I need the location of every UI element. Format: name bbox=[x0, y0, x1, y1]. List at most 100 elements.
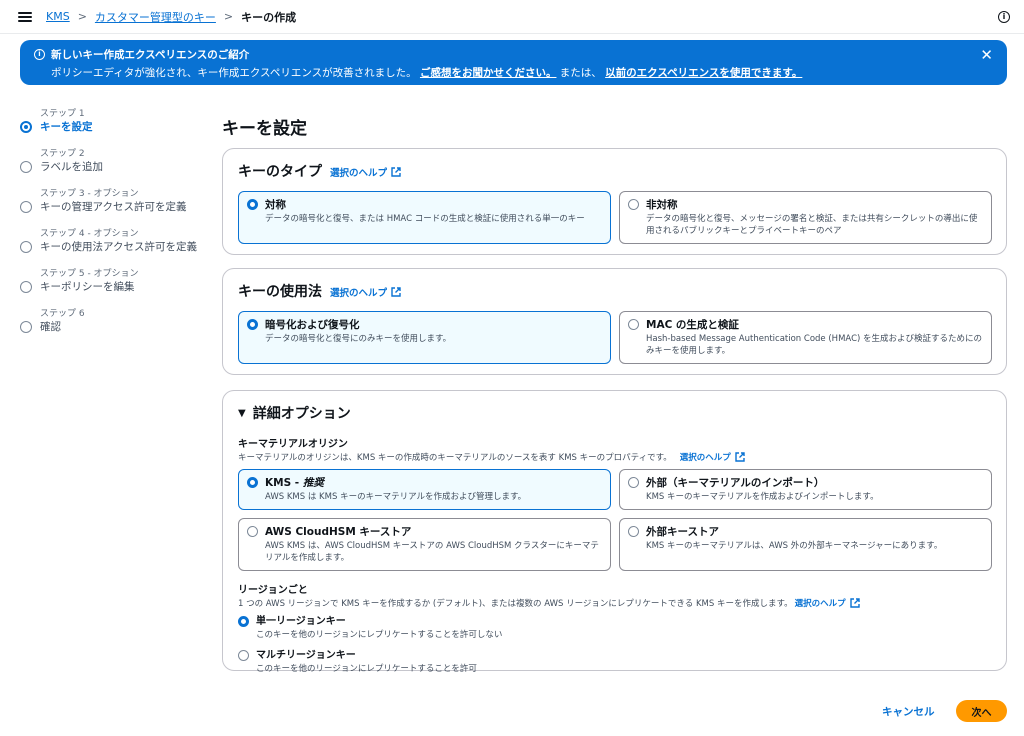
feedback-link[interactable]: ご感想をお聞かせください。 bbox=[420, 67, 557, 79]
step-number: ステップ 3 - オプション bbox=[40, 189, 139, 199]
step-3[interactable]: ステップ 3 - オプション キーの管理アクセス許可を定義 bbox=[20, 188, 210, 228]
key-type-help-link[interactable]: 選択のヘルプ bbox=[330, 165, 401, 179]
tile-title: 外部（キーマテリアルのインポート） bbox=[646, 477, 825, 489]
recommended-label: 推奨 bbox=[302, 477, 324, 489]
origin-cloudhsm-tile[interactable]: AWS CloudHSM キーストア AWS KMS は、AWS CloudHS… bbox=[238, 518, 611, 571]
regionality-help-link[interactable]: 選択のヘルプ bbox=[795, 597, 860, 609]
menu-icon[interactable] bbox=[18, 11, 32, 22]
origin-external-key-store-tile[interactable]: 外部キーストア KMS キーのキーマテリアルは、AWS 外の外部キーマネージャー… bbox=[619, 518, 992, 571]
advanced-options-title: 詳細オプション bbox=[252, 406, 351, 422]
flash-text-2: または、 bbox=[559, 67, 602, 79]
step-title[interactable]: 確認 bbox=[40, 320, 210, 334]
key-type-symmetric-tile[interactable]: 対称 データの暗号化と復号、または HMAC コードの生成と検証に使用される単一… bbox=[238, 191, 611, 244]
radio-button[interactable] bbox=[628, 319, 639, 330]
tile-title: 非対称 bbox=[646, 199, 678, 211]
tile-description: AWS KMS は KMS キーのキーマテリアルを作成および管理します。 bbox=[265, 492, 527, 502]
key-usage-panel: キーの使用法 選択のヘルプ 暗号化および復号化 データの暗号化と復号にのみキーを… bbox=[222, 268, 1007, 375]
tile-description: KMS キーのキーマテリアルは、AWS 外の外部キーマネージャーにあります。 bbox=[646, 541, 943, 551]
step-title[interactable]: キーの管理アクセス許可を定義 bbox=[40, 200, 210, 214]
tile-title: 暗号化および復号化 bbox=[265, 319, 360, 331]
step-indicator-icon bbox=[20, 161, 32, 173]
radio-button[interactable] bbox=[247, 477, 258, 488]
origin-kms-tile[interactable]: KMS - 推奨 AWS KMS は KMS キーのキーマテリアルを作成および管… bbox=[238, 469, 611, 510]
step-indicator-icon bbox=[20, 121, 32, 133]
flash-title: 新しいキー作成エクスペリエンスのご紹介 bbox=[51, 49, 250, 61]
tile-description: データの暗号化と復号にのみキーを使用します。 bbox=[265, 334, 452, 344]
radio-button[interactable] bbox=[247, 199, 258, 210]
step-title[interactable]: ラベルを追加 bbox=[40, 160, 210, 174]
step-title[interactable]: キーの使用法アクセス許可を定義 bbox=[40, 240, 210, 254]
multi-region-option[interactable]: マルチリージョンキー このキーを他のリージョンにレプリケートすることを許可 bbox=[238, 649, 992, 675]
option-title: 単一リージョンキー bbox=[256, 616, 346, 627]
tile-description: データの暗号化と復号、メッセージの署名と検証、または共有シークレットの導出に使用… bbox=[646, 214, 978, 236]
key-type-panel: キーのタイプ 選択のヘルプ 対称 データの暗号化と復号、または HMAC コード… bbox=[222, 148, 1007, 255]
advanced-options-toggle[interactable]: ▼ 詳細オプション bbox=[238, 403, 992, 423]
info-icon: i bbox=[34, 49, 45, 60]
step-number: ステップ 6 bbox=[40, 309, 85, 319]
breadcrumb-customer-managed-keys[interactable]: カスタマー管理型のキー bbox=[95, 9, 216, 25]
help-link-label: 選択のヘルプ bbox=[330, 168, 388, 179]
radio-button[interactable] bbox=[628, 526, 639, 537]
external-link-icon bbox=[735, 452, 745, 462]
step-number: ステップ 5 - オプション bbox=[40, 269, 139, 279]
tile-title: KMS - 推奨 bbox=[265, 477, 324, 489]
key-usage-help-link[interactable]: 選択のヘルプ bbox=[330, 285, 401, 299]
close-icon[interactable]: ✕ bbox=[980, 48, 993, 63]
step-title[interactable]: キーを設定 bbox=[40, 120, 210, 134]
previous-experience-link[interactable]: 以前のエクスペリエンスを使用できます。 bbox=[605, 67, 802, 79]
step-indicator-icon bbox=[20, 281, 32, 293]
next-button[interactable]: 次へ bbox=[956, 700, 1007, 722]
origin-external-tile[interactable]: 外部（キーマテリアルのインポート） KMS キーのキーマテリアルを作成およびイン… bbox=[619, 469, 992, 510]
key-usage-mac-tile[interactable]: MAC の生成と検証 Hash-based Message Authentica… bbox=[619, 311, 992, 364]
tile-title: 対称 bbox=[265, 199, 286, 211]
key-usage-encrypt-decrypt-tile[interactable]: 暗号化および復号化 データの暗号化と復号にのみキーを使用します。 bbox=[238, 311, 611, 364]
tile-description: Hash-based Message Authentication Code (… bbox=[646, 334, 983, 356]
wizard-steps: ステップ 1 キーを設定 ステップ 2 ラベルを追加 ステップ 3 - オプショ… bbox=[20, 108, 210, 348]
radio-button[interactable] bbox=[238, 650, 249, 661]
breadcrumb-current: キーの作成 bbox=[241, 10, 297, 24]
cancel-button[interactable]: キャンセル bbox=[870, 701, 947, 721]
help-link-label: 選択のヘルプ bbox=[330, 288, 388, 299]
step-title[interactable]: キーポリシーを編集 bbox=[40, 280, 210, 294]
key-material-origin-description: キーマテリアルのオリジンは、KMS キーの作成時のキーマテリアルのソースを表す … bbox=[238, 453, 672, 463]
top-navigation: KMS > カスタマー管理型のキー > キーの作成 i bbox=[0, 0, 1024, 34]
step-2[interactable]: ステップ 2 ラベルを追加 bbox=[20, 148, 210, 188]
chevron-right-icon: > bbox=[223, 10, 234, 23]
radio-button[interactable] bbox=[247, 526, 258, 537]
page-title: キーを設定 bbox=[222, 119, 307, 139]
option-title: マルチリージョンキー bbox=[256, 650, 356, 661]
step-4[interactable]: ステップ 4 - オプション キーの使用法アクセス許可を定義 bbox=[20, 228, 210, 268]
key-usage-title: キーの使用法 bbox=[238, 284, 322, 300]
flash-text: ポリシーエディタが強化され、キー作成エクスペリエンスが改善されました。 bbox=[51, 67, 417, 79]
key-type-title: キーのタイプ bbox=[238, 164, 322, 180]
step-indicator-icon bbox=[20, 241, 32, 253]
step-indicator-icon bbox=[20, 201, 32, 213]
tile-description: KMS キーのキーマテリアルを作成およびインポートします。 bbox=[646, 492, 879, 502]
external-link-icon bbox=[391, 287, 401, 297]
breadcrumb: KMS > カスタマー管理型のキー > キーの作成 bbox=[46, 9, 296, 25]
radio-button[interactable] bbox=[238, 616, 249, 627]
step-number: ステップ 4 - オプション bbox=[40, 229, 139, 239]
radio-button[interactable] bbox=[628, 477, 639, 488]
radio-button[interactable] bbox=[247, 319, 258, 330]
step-indicator-icon bbox=[20, 321, 32, 333]
regionality-label: リージョンごと bbox=[238, 585, 308, 596]
chevron-right-icon: > bbox=[77, 10, 87, 23]
step-number: ステップ 1 bbox=[40, 109, 85, 119]
single-region-option[interactable]: 単一リージョンキー このキーを他のリージョンにレプリケートすることを許可しない bbox=[238, 615, 992, 641]
step-1[interactable]: ステップ 1 キーを設定 bbox=[20, 108, 210, 148]
step-number: ステップ 2 bbox=[40, 149, 85, 159]
step-6[interactable]: ステップ 6 確認 bbox=[20, 308, 210, 348]
breadcrumb-kms[interactable]: KMS bbox=[46, 10, 70, 23]
radio-button[interactable] bbox=[628, 199, 639, 210]
caret-down-icon: ▼ bbox=[238, 407, 246, 419]
step-5[interactable]: ステップ 5 - オプション キーポリシーを編集 bbox=[20, 268, 210, 308]
tile-description: データの暗号化と復号、または HMAC コードの生成と検証に使用される単一のキー bbox=[265, 214, 585, 224]
info-icon[interactable]: i bbox=[998, 10, 1010, 23]
tile-description: AWS KMS は、AWS CloudHSM キーストアの AWS CloudH… bbox=[265, 541, 599, 563]
origin-help-link[interactable]: 選択のヘルプ bbox=[680, 451, 745, 463]
key-type-asymmetric-tile[interactable]: 非対称 データの暗号化と復号、メッセージの署名と検証、または共有シークレットの導… bbox=[619, 191, 992, 244]
tile-title: 外部キーストア bbox=[646, 526, 719, 538]
external-link-icon bbox=[849, 598, 860, 608]
tile-title: AWS CloudHSM キーストア bbox=[265, 526, 412, 538]
